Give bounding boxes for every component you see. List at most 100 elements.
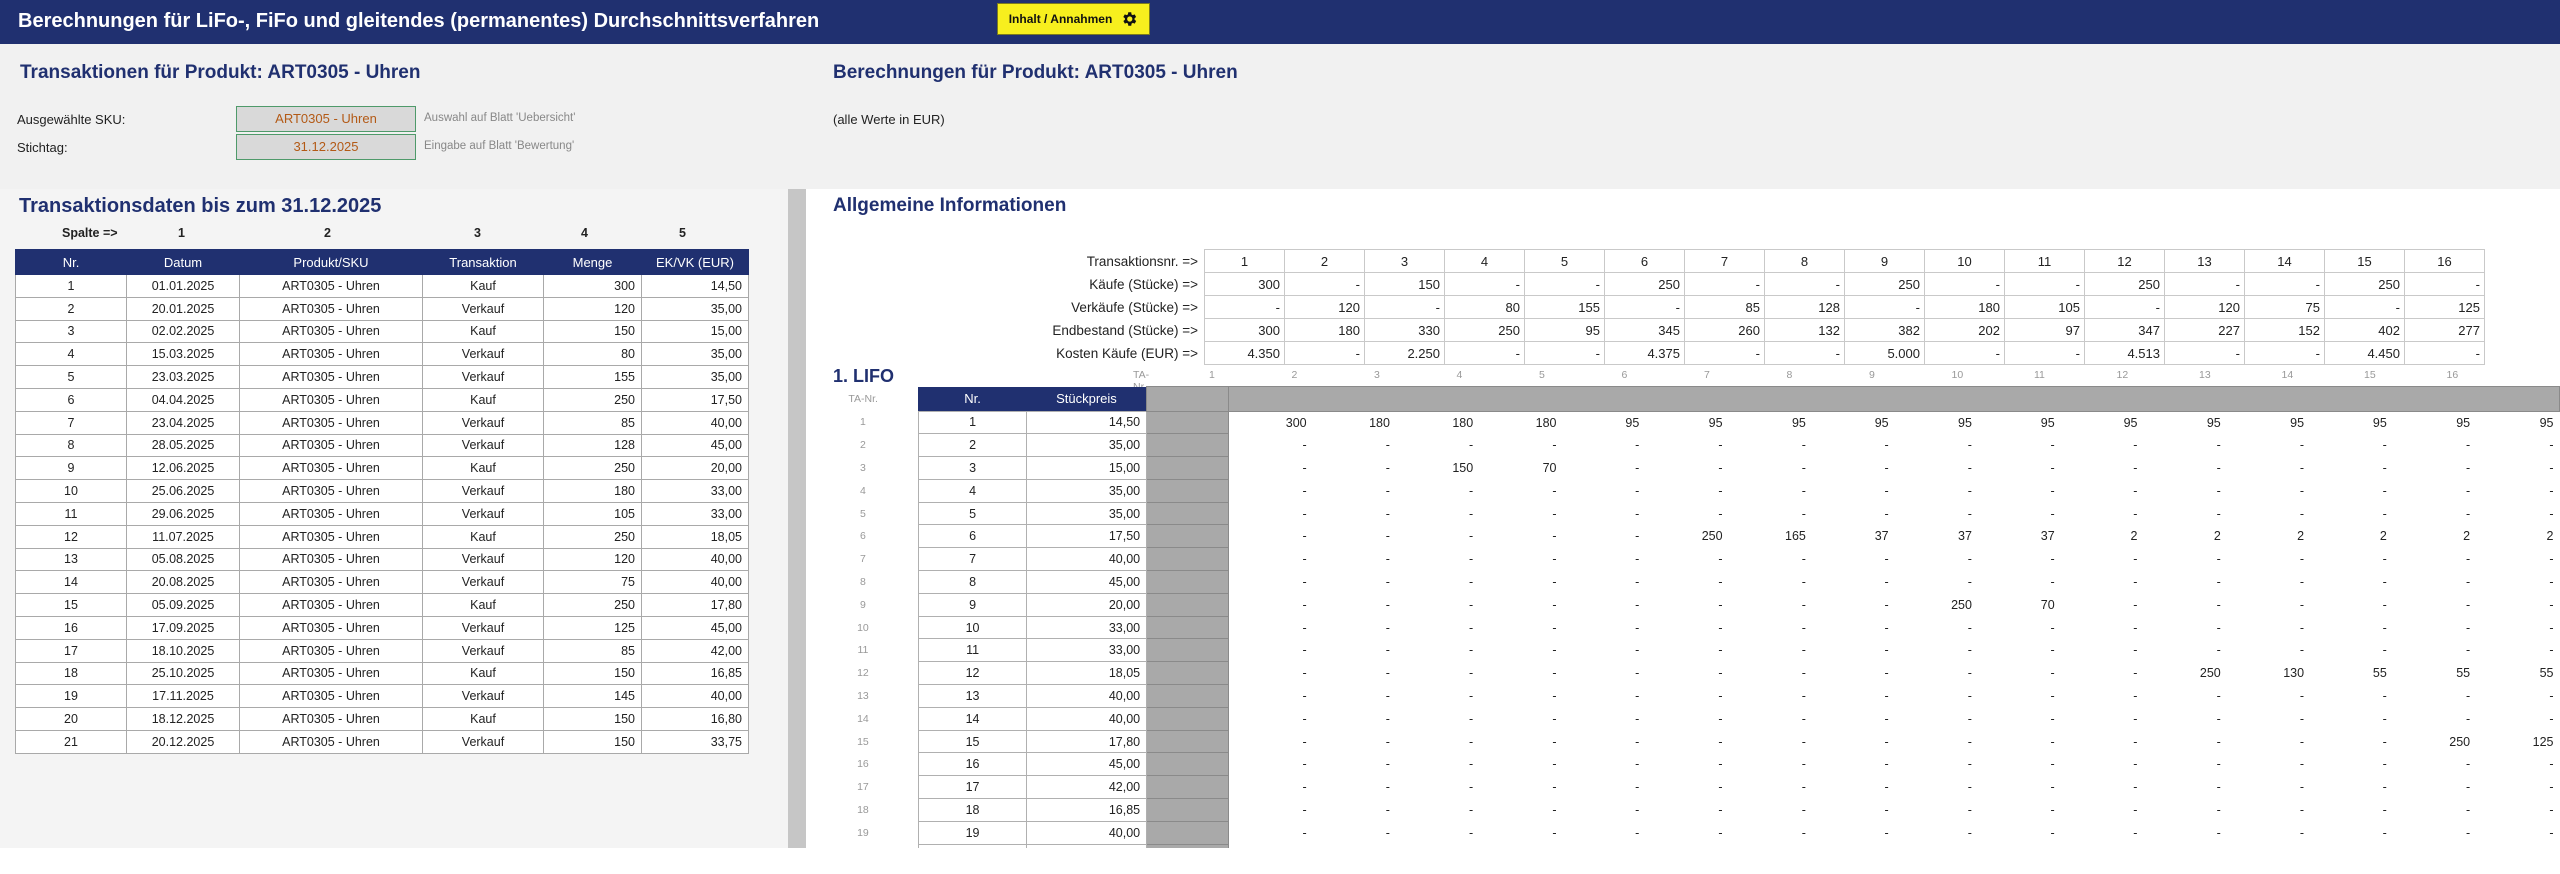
table-cell: Verkauf bbox=[422, 365, 544, 389]
table-cell: Kauf bbox=[422, 387, 544, 412]
lifo-value: - bbox=[1801, 643, 1806, 658]
lifo-header-row: TA-Nr. Nr. Stückpreis bbox=[808, 386, 2560, 412]
date-field[interactable]: 31.12.2025 bbox=[236, 134, 416, 160]
lifo-value: - bbox=[2133, 666, 2138, 681]
lifo-value: - bbox=[1718, 620, 1723, 635]
lifo-value: 2 bbox=[2546, 529, 2554, 544]
lifo-value: - bbox=[1302, 711, 1307, 726]
table-cell: 20.12.2025 bbox=[126, 729, 240, 754]
lifo-value: 95 bbox=[1874, 415, 1889, 430]
lifo-value: - bbox=[1967, 734, 1972, 749]
table-row: 15 05.09.2025 ART0305 - Uhren Kauf 250 17,80 bbox=[15, 593, 749, 617]
info-row-label: Kosten Käufe (EUR) => bbox=[1056, 345, 1198, 361]
lifo-value: - bbox=[2216, 825, 2221, 840]
lifo-value: - bbox=[2050, 802, 2055, 817]
col-header: Transaktion bbox=[422, 249, 544, 275]
table-cell: Verkauf bbox=[422, 433, 544, 458]
info-cell: - bbox=[2404, 341, 2485, 365]
lifo-value: - bbox=[1967, 802, 1972, 817]
info-cell: 155 bbox=[1524, 295, 1605, 319]
lifo-value: - bbox=[1635, 506, 1640, 521]
lifo-value: 2 bbox=[2379, 529, 2387, 544]
lifo-value: - bbox=[1718, 552, 1723, 567]
lifo-value: - bbox=[2549, 802, 2554, 817]
lifo-value: - bbox=[1884, 643, 1889, 658]
lifo-value: - bbox=[1635, 620, 1640, 635]
table-cell: 120 bbox=[543, 296, 642, 321]
table-cell: 17,80 bbox=[641, 593, 749, 617]
grey-header-band bbox=[1228, 386, 2560, 412]
lifo-value: - bbox=[1801, 825, 1806, 840]
info-cell: 6 bbox=[1604, 249, 1685, 273]
lifo-nr: 7 bbox=[917, 547, 1028, 572]
lifo-value: - bbox=[2216, 460, 2221, 475]
lifo-value: - bbox=[2216, 734, 2221, 749]
lifo-row: 12 12 18,05- - - - - - - - - - -250 130 55 55 55 bbox=[808, 661, 2560, 686]
lifo-value: - bbox=[1718, 734, 1723, 749]
table-cell: 12 bbox=[15, 524, 127, 549]
table-cell: 17.11.2025 bbox=[126, 684, 240, 709]
info-row: Endbestand (Stücke) => 300 180 330 250 95 345 2… bbox=[1040, 318, 2485, 342]
lifo-value: - bbox=[2549, 825, 2554, 840]
lifo-value: - bbox=[2299, 757, 2305, 772]
lifo-value: - bbox=[2133, 597, 2138, 612]
lifo-value: - bbox=[2382, 757, 2387, 772]
info-cell: - bbox=[1524, 341, 1605, 365]
sku-field[interactable]: ART0305 - Uhren bbox=[236, 106, 416, 132]
table-cell: Verkauf bbox=[422, 501, 544, 526]
lifo-value: - bbox=[2133, 620, 2138, 635]
table-cell: 18 bbox=[15, 661, 127, 686]
info-cell: 132 bbox=[1764, 318, 1845, 342]
lifo-value: - bbox=[1801, 734, 1806, 749]
table-row: 8 28.05.2025 ART0305 - Uhren Verkauf 128 45,0… bbox=[15, 433, 749, 458]
lifo-price: 42,00 bbox=[1026, 775, 1148, 800]
lifo-value: - bbox=[2382, 688, 2387, 703]
table-row: 6 04.04.2025 ART0305 - Uhren Kauf 250 17,50 bbox=[15, 387, 749, 412]
table-cell: Kauf bbox=[422, 661, 544, 686]
lifo-row: 19 19 40,00- - - - - - - - - - - - - - - - bbox=[808, 820, 2560, 845]
lifo-value: - bbox=[2133, 438, 2138, 453]
col-number: 1 bbox=[178, 226, 185, 240]
col-number: 4 bbox=[581, 226, 588, 240]
table-cell: Verkauf bbox=[422, 729, 544, 754]
lifo-nr: 16 bbox=[917, 752, 1028, 777]
ta-index: 11 bbox=[857, 644, 869, 657]
table-cell: 145 bbox=[543, 684, 642, 709]
app-title: Berechnungen für LiFo-, FiFo und gleiten… bbox=[18, 10, 820, 32]
lifo-value: 2 bbox=[2463, 529, 2471, 544]
ta-nr: 1 bbox=[1209, 369, 1215, 381]
ta-nr: 6 bbox=[1621, 369, 1628, 381]
lifo-value: - bbox=[2133, 552, 2138, 567]
table-cell: 6 bbox=[15, 387, 127, 412]
lifo-value: - bbox=[1635, 574, 1640, 589]
lifo-value: - bbox=[1302, 620, 1307, 635]
info-row-label: Käufe (Stücke) => bbox=[1089, 276, 1198, 292]
table-cell: Verkauf bbox=[422, 479, 544, 503]
grey-cell bbox=[1146, 638, 1230, 663]
table-cell: 35,00 bbox=[641, 342, 749, 367]
left-section-title: Transaktionen für Produkt: ART0305 - Uhr… bbox=[20, 62, 421, 83]
grey-cell bbox=[1146, 501, 1230, 526]
info-cell: 80 bbox=[1444, 295, 1525, 319]
table-cell: Verkauf bbox=[422, 638, 544, 663]
lifo-value: - bbox=[1552, 711, 1557, 726]
table-cell: 35,00 bbox=[641, 365, 749, 389]
table-row: 4 15.03.2025 ART0305 - Uhren Verkauf 80 35,00 bbox=[15, 342, 749, 367]
contents-assumptions-button[interactable]: Inhalt / Annahmen bbox=[997, 3, 1150, 35]
lifo-value: - bbox=[1884, 757, 1889, 772]
lifo-value: - bbox=[1469, 825, 1474, 840]
lifo-nr: 2 bbox=[917, 433, 1028, 458]
lifo-value: - bbox=[2216, 574, 2221, 589]
lifo-row: 18 18 16,85- - - - - - - - - - - - - - - - bbox=[808, 798, 2560, 822]
lifo-value: - bbox=[1884, 483, 1889, 498]
lifo-row: 14 14 40,00- - - - - - - - - - - - - - - - bbox=[808, 706, 2560, 731]
table-cell: 120 bbox=[543, 547, 642, 572]
table-cell: 14 bbox=[15, 570, 127, 595]
lifo-value: - bbox=[1884, 780, 1889, 795]
lifo-value: - bbox=[1302, 597, 1307, 612]
lifo-value: - bbox=[2133, 802, 2138, 817]
table-cell: 11 bbox=[15, 501, 127, 526]
lifo-value: - bbox=[2216, 711, 2221, 726]
table-cell: 16,85 bbox=[641, 661, 749, 686]
lifo-value: - bbox=[2549, 688, 2554, 703]
